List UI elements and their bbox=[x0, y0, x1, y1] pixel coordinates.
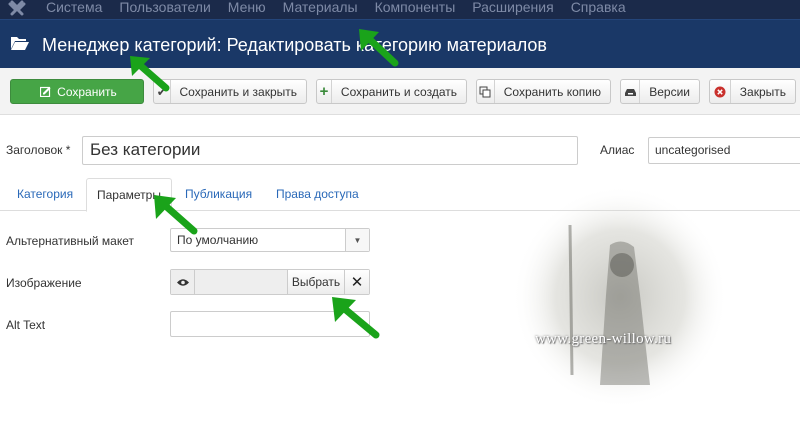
title-input[interactable]: Без категории bbox=[82, 136, 578, 165]
clear-image-icon[interactable]: ✕ bbox=[344, 270, 369, 294]
tab-permissions[interactable]: Права доступа bbox=[266, 178, 369, 211]
joomla-logo-icon[interactable] bbox=[8, 0, 26, 16]
page-title: Менеджер категорий: Редактировать катего… bbox=[42, 35, 547, 55]
versions-button[interactable]: Версии bbox=[620, 79, 700, 104]
edit-icon bbox=[37, 80, 53, 103]
image-field: Выбрать ✕ bbox=[170, 269, 370, 295]
menu-menus[interactable]: Меню bbox=[228, 0, 266, 15]
close-button[interactable]: Закрыть bbox=[709, 79, 796, 104]
image-label: Изображение bbox=[6, 276, 82, 290]
menu-content[interactable]: Материалы bbox=[283, 0, 358, 15]
image-path-input[interactable] bbox=[195, 270, 287, 294]
chevron-down-icon[interactable]: ▼ bbox=[345, 229, 369, 251]
save-copy-button[interactable]: Сохранить копию bbox=[476, 79, 611, 104]
menu-extensions[interactable]: Расширения bbox=[472, 0, 553, 15]
top-menu-bar: Система Пользователи Меню Материалы Комп… bbox=[0, 0, 800, 19]
arrow-pointer-icon bbox=[154, 195, 198, 235]
arrow-pointer-icon bbox=[332, 297, 380, 339]
close-label: Закрыть bbox=[739, 84, 786, 99]
menu-system[interactable]: Система bbox=[46, 0, 102, 15]
menu-help[interactable]: Справка bbox=[571, 0, 626, 15]
alias-input[interactable]: uncategorised bbox=[648, 137, 800, 164]
alias-label: Алиас bbox=[600, 143, 635, 157]
archive-icon bbox=[621, 80, 641, 103]
tab-category[interactable]: Категория bbox=[7, 178, 83, 211]
eye-icon[interactable] bbox=[171, 270, 195, 294]
save-button[interactable]: Сохранить bbox=[10, 79, 144, 104]
folder-open-icon bbox=[11, 37, 29, 50]
alt-text-label: Alt Text bbox=[6, 318, 46, 332]
save-new-label: Сохранить и создать bbox=[340, 84, 457, 99]
choose-image-button[interactable]: Выбрать bbox=[287, 270, 344, 294]
plus-icon: + bbox=[317, 80, 332, 103]
save-copy-label: Сохранить копию bbox=[503, 84, 601, 99]
title-label: Заголовок * bbox=[6, 143, 71, 157]
save-button-label: Сохранить bbox=[57, 84, 117, 99]
arrow-pointer-icon bbox=[130, 56, 170, 92]
save-close-label: Сохранить и закрыть bbox=[179, 84, 297, 99]
versions-label: Версии bbox=[649, 84, 690, 99]
copy-icon bbox=[477, 80, 495, 103]
watermark-text: www.green-willow.ru bbox=[535, 331, 672, 347]
close-circle-icon bbox=[710, 80, 731, 103]
menu-users[interactable]: Пользователи bbox=[119, 0, 210, 15]
menu-components[interactable]: Компоненты bbox=[375, 0, 456, 15]
watermark-image bbox=[512, 185, 728, 409]
save-new-button[interactable]: + Сохранить и создать bbox=[316, 79, 467, 104]
layout-label: Альтернативный макет bbox=[6, 234, 135, 248]
arrow-pointer-icon bbox=[359, 29, 399, 67]
